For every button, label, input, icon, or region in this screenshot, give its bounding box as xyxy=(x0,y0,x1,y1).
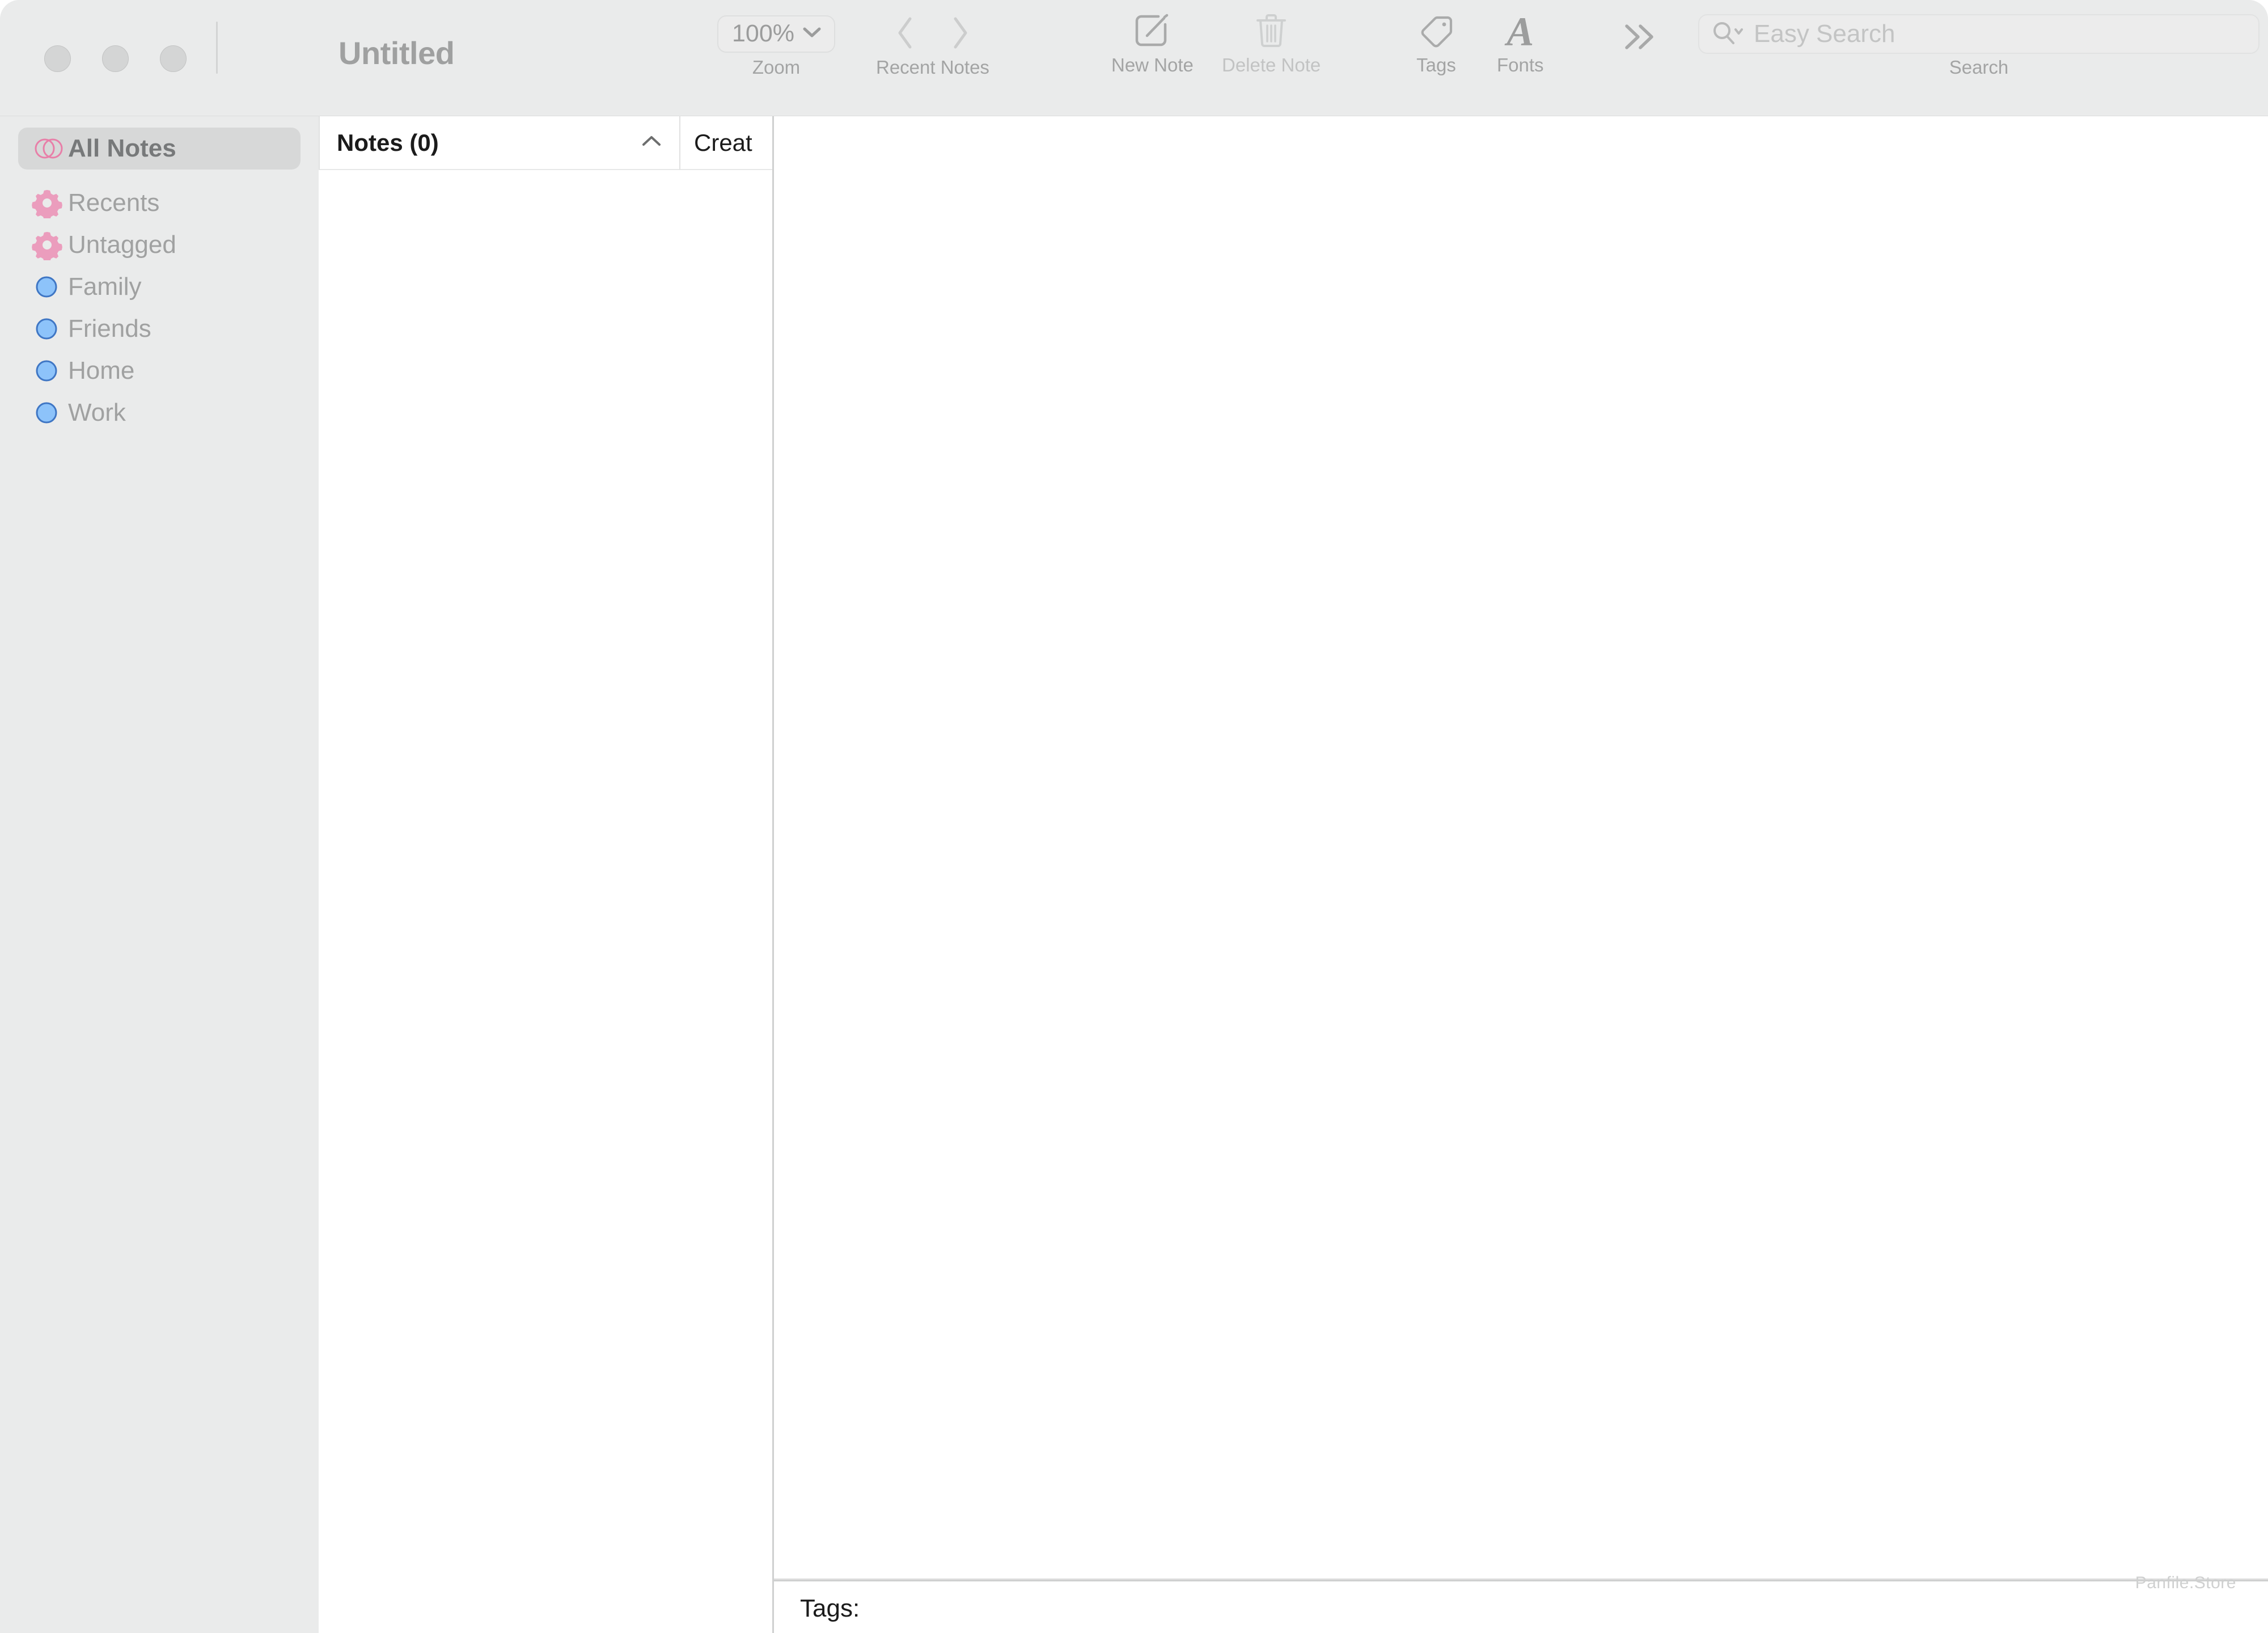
sidebar-item-friends[interactable]: Friends xyxy=(18,308,301,350)
toolbar-divider xyxy=(216,22,218,74)
chevron-down-icon xyxy=(802,26,822,41)
toolbar-delete-note-group[interactable]: Delete Note xyxy=(1222,10,1321,76)
trash-icon xyxy=(1253,11,1289,53)
notes-list-panel: Notes (0) Creat xyxy=(319,116,774,1633)
sidebar-item-label: Work xyxy=(68,399,126,426)
search-glyph-wrap: Easy Search xyxy=(1698,12,2259,56)
sidebar-item-work[interactable]: Work xyxy=(18,392,301,434)
sidebar-item-label: Recents xyxy=(68,189,160,217)
window-title: Untitled xyxy=(338,35,455,71)
close-button[interactable] xyxy=(44,45,71,72)
zoom-value: 100% xyxy=(732,19,794,47)
delete-note-glyph-wrap xyxy=(1253,10,1289,53)
chevron-up-icon[interactable] xyxy=(638,133,665,153)
sidebar-item-label: All Notes xyxy=(68,134,176,162)
tags-glyph-wrap xyxy=(1415,10,1458,53)
chevron-right-icon[interactable] xyxy=(949,15,971,53)
blue-dot-icon xyxy=(32,272,66,302)
notes-list-body[interactable] xyxy=(319,170,772,1633)
window-toolbar: Untitled 100% Zoom Recent Notes New Note… xyxy=(0,0,2268,116)
new-note-glyph-wrap xyxy=(1132,10,1172,53)
sidebar-item-label: Family xyxy=(68,273,142,301)
new-note-label: New Note xyxy=(1111,54,1194,75)
note-editor-panel: Tags: xyxy=(774,116,2268,1633)
toolbar-recent-notes-group: Recent Notes xyxy=(876,12,989,78)
traffic-light-group xyxy=(44,45,187,72)
toolbar-overflow-group[interactable] xyxy=(1619,20,1660,56)
fonts-label: Fonts xyxy=(1497,54,1544,75)
toolbar-search-group: Easy Search Search xyxy=(1698,12,2259,78)
gear-icon xyxy=(32,188,66,218)
all-notes-circles-icon xyxy=(32,134,66,163)
sidebar-item-label: Untagged xyxy=(68,231,176,259)
double-chevron-right-icon[interactable] xyxy=(1619,20,1660,56)
zoom-glyph-wrap: 100% xyxy=(717,12,835,56)
recent-notes-label: Recent Notes xyxy=(876,57,989,78)
sidebar-item-untagged[interactable]: Untagged xyxy=(18,224,301,266)
chevron-left-icon[interactable] xyxy=(894,15,917,53)
toolbar-tags-group[interactable]: Tags xyxy=(1415,10,1458,76)
sidebar-item-home[interactable]: Home xyxy=(18,350,301,392)
sidebar: All Notes Recents Untagged Family Friend… xyxy=(0,116,319,1633)
toolbar-zoom-group: 100% Zoom xyxy=(717,12,835,78)
note-tags-bar[interactable]: Tags: xyxy=(774,1581,2268,1633)
recent-notes-glyphs xyxy=(894,12,971,56)
toolbar-new-note-group[interactable]: New Note xyxy=(1111,10,1194,76)
fonts-glyph-wrap: A xyxy=(1507,10,1534,53)
sidebar-item-family[interactable]: Family xyxy=(18,266,301,308)
toolbar-fonts-group[interactable]: A Fonts xyxy=(1497,10,1544,76)
minimize-button[interactable] xyxy=(102,45,129,72)
note-editor-textarea[interactable] xyxy=(774,116,2268,1578)
gear-icon xyxy=(32,230,66,260)
search-placeholder: Easy Search xyxy=(1754,20,1895,48)
search-magnifier-icon[interactable] xyxy=(1711,19,1746,49)
sidebar-item-label: Home xyxy=(68,357,135,384)
tags-label: Tags xyxy=(1416,54,1456,75)
watermark-label: Panfile.Store xyxy=(2135,1573,2236,1592)
tag-icon xyxy=(1415,11,1458,53)
sidebar-item-all-notes[interactable]: All Notes xyxy=(18,128,301,170)
search-label: Search xyxy=(1949,57,2009,78)
blue-dot-icon xyxy=(32,397,66,428)
compose-note-icon xyxy=(1132,11,1172,53)
delete-note-label: Delete Note xyxy=(1222,54,1321,75)
sidebar-item-list: All Notes Recents Untagged Family Friend… xyxy=(0,116,319,434)
tags-field-label: Tags: xyxy=(800,1594,860,1622)
notes-count-label: Notes (0) xyxy=(337,129,439,156)
maximize-button[interactable] xyxy=(160,45,187,72)
sidebar-item-label: Friends xyxy=(68,315,151,342)
search-input[interactable]: Easy Search xyxy=(1698,14,2259,54)
notes-column-header-created[interactable]: Creat xyxy=(679,116,772,170)
zoom-dropdown-button[interactable]: 100% xyxy=(717,15,835,53)
notes-created-label: Creat xyxy=(694,129,752,156)
blue-dot-icon xyxy=(32,356,66,386)
font-a-icon: A xyxy=(1507,9,1534,54)
zoom-label: Zoom xyxy=(752,57,801,78)
sidebar-item-recents[interactable]: Recents xyxy=(18,182,301,224)
notes-column-header-title[interactable]: Notes (0) xyxy=(319,116,679,170)
notes-app-window: Untitled 100% Zoom Recent Notes New Note… xyxy=(0,0,2268,1633)
notes-list-header: Notes (0) Creat xyxy=(319,116,772,170)
blue-dot-icon xyxy=(32,314,66,344)
